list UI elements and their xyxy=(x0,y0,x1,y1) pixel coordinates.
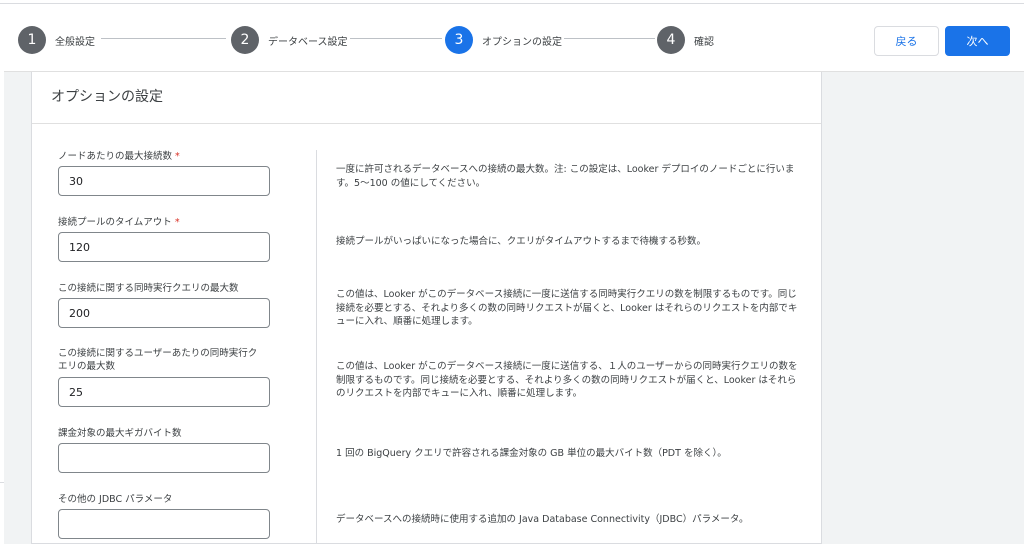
step-number: 1 xyxy=(18,26,46,54)
card-title: オプションの設定 xyxy=(51,89,163,105)
max-concurrent-queries-description: この値は、Looker がこのデータベース接続に一度に送信する同時実行クエリの数… xyxy=(336,289,798,327)
max-connections-description: 一度に許可されるデータベースへの接続の最大数。注: この設定は、Looker デ… xyxy=(336,164,795,189)
column-divider xyxy=(316,150,317,544)
step-number: 4 xyxy=(657,26,685,54)
max-queries-per-user-description: この値は、Looker がこのデータベース接続に一度に送信する、１人のユーザーか… xyxy=(336,361,798,399)
jdbc-params-description: データベースへの接続時に使用する追加の Java Database Connec… xyxy=(336,514,749,525)
label-text: この接続に関する同時実行クエリの最大数 xyxy=(58,283,239,294)
card-divider xyxy=(32,123,821,124)
max-concurrent-queries-label: この接続に関する同時実行クエリの最大数 xyxy=(58,282,278,295)
step-3[interactable]: 3 オプションの設定 xyxy=(445,25,562,55)
step-number: 2 xyxy=(231,26,259,54)
jdbc-params-label: その他の JDBC パラメータ xyxy=(58,493,278,506)
step-connector-3 xyxy=(564,38,655,39)
pool-timeout-description: 接続プールがいっぱいになった場合に、クエリがタイムアウトするまで待機する秒数。 xyxy=(336,236,707,247)
label-text: 接続プールのタイムアウト xyxy=(58,217,172,228)
required-mark: * xyxy=(175,151,180,162)
max-queries-per-user-label: この接続に関するユーザーあたりの同時実行クエリの最大数 xyxy=(58,347,258,373)
step-4[interactable]: 4 確認 xyxy=(657,25,714,55)
pool-timeout-input[interactable] xyxy=(58,232,270,262)
max-connections-label: ノードあたりの最大接続数 * xyxy=(58,150,278,163)
next-button[interactable]: 次へ xyxy=(945,26,1010,56)
label-text: ノードあたりの最大接続数 xyxy=(58,151,173,162)
back-button[interactable]: 戻る xyxy=(874,26,939,56)
left-strip xyxy=(0,4,4,544)
max-billing-gigabytes-description: 1 回の BigQuery クエリで許容される課金対象の GB 単位の最大バイト… xyxy=(336,448,727,459)
max-billing-gigabytes-input[interactable] xyxy=(58,443,270,473)
step-label: オプションの設定 xyxy=(482,36,562,48)
step-label: 全般設定 xyxy=(55,36,95,48)
wizard-header: 1 全般設定 2 データベース設定 3 オプションの設定 4 確認 戻る 次へ xyxy=(4,4,1024,72)
label-text: 課金対象の最大ギガバイト数 xyxy=(58,428,182,439)
step-connector-1 xyxy=(101,38,226,39)
step-number: 3 xyxy=(445,26,473,54)
max-queries-per-user-input[interactable] xyxy=(58,377,270,407)
max-concurrent-queries-input[interactable] xyxy=(58,298,270,328)
step-label: 確認 xyxy=(694,36,714,48)
max-billing-gigabytes-label: 課金対象の最大ギガバイト数 xyxy=(58,427,278,440)
required-mark: * xyxy=(174,217,180,228)
label-text: その他の JDBC パラメータ xyxy=(58,494,173,505)
step-label: データベース設定 xyxy=(268,36,348,48)
step-2[interactable]: 2 データベース設定 xyxy=(231,25,348,55)
jdbc-params-input[interactable] xyxy=(58,509,270,539)
step-1[interactable]: 1 全般設定 xyxy=(18,25,95,55)
max-connections-input[interactable] xyxy=(58,166,270,196)
label-text: この接続に関するユーザーあたりの同時実行クエリの最大数 xyxy=(58,348,258,372)
step-connector-2 xyxy=(350,38,442,39)
pool-timeout-label: 接続プールのタイムアウト * xyxy=(58,216,278,229)
options-card: オプションの設定 ノードあたりの最大接続数* 一度に許可されるデータベースへの接… xyxy=(31,72,822,544)
left-strip-tick xyxy=(0,482,4,483)
